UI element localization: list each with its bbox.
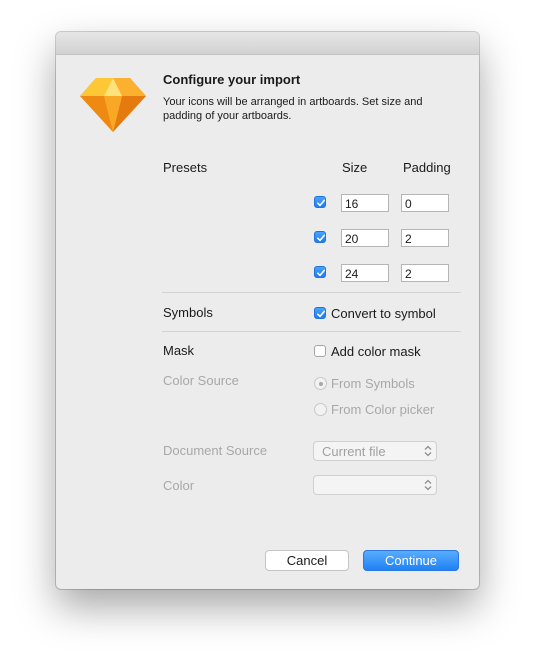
color-label: Color: [163, 478, 195, 493]
checkmark-icon: [317, 234, 326, 242]
from-color-picker-label[interactable]: From Color picker: [331, 402, 434, 417]
padding-column-header: Padding: [403, 160, 451, 175]
mask-label: Mask: [163, 343, 195, 358]
color-source-label: Color Source: [163, 373, 239, 388]
from-color-picker-radio[interactable]: [314, 403, 327, 416]
chevron-up-down-icon: [424, 479, 432, 491]
preset-1-checkbox[interactable]: [314, 196, 326, 208]
preset-2-checkbox[interactable]: [314, 231, 326, 243]
preset-1-size-input[interactable]: 16: [341, 194, 389, 212]
color-popup[interactable]: [313, 475, 437, 495]
symbols-label: Symbols: [163, 305, 213, 320]
preset-3-checkbox[interactable]: [314, 266, 326, 278]
checkmark-icon: [317, 199, 326, 207]
separator: [162, 292, 461, 293]
presets-label: Presets: [163, 160, 208, 175]
from-symbols-label[interactable]: From Symbols: [331, 376, 415, 391]
convert-to-symbol-label[interactable]: Convert to symbol: [331, 306, 436, 321]
from-symbols-radio[interactable]: [314, 377, 327, 390]
preset-3-padding-input[interactable]: 2: [401, 264, 449, 282]
document-source-label: Document Source: [163, 443, 268, 458]
size-column-header: Size: [342, 160, 368, 175]
dialog-title: Configure your import: [163, 72, 301, 87]
import-dialog: Configure your import Your icons will be…: [56, 32, 479, 589]
document-source-popup[interactable]: Current file: [313, 441, 437, 461]
preset-2-size-input[interactable]: 20: [341, 229, 389, 247]
preset-1-padding-input[interactable]: 0: [401, 194, 449, 212]
title-bar[interactable]: [56, 32, 479, 55]
checkmark-icon: [317, 310, 326, 318]
sketch-diamond-icon: [80, 78, 146, 132]
preset-2-padding-input[interactable]: 2: [401, 229, 449, 247]
continue-button[interactable]: Continue: [363, 550, 459, 571]
checkmark-icon: [317, 269, 326, 277]
document-source-value: Current file: [322, 444, 386, 459]
dialog-subtitle: Your icons will be arranged in artboards…: [163, 96, 423, 122]
add-color-mask-checkbox[interactable]: [314, 345, 326, 357]
convert-to-symbol-checkbox[interactable]: [314, 307, 326, 319]
preset-3-size-input[interactable]: 24: [341, 264, 389, 282]
cancel-button[interactable]: Cancel: [265, 550, 349, 571]
chevron-up-down-icon: [424, 445, 432, 457]
separator: [162, 331, 461, 332]
add-color-mask-label[interactable]: Add color mask: [331, 344, 421, 359]
